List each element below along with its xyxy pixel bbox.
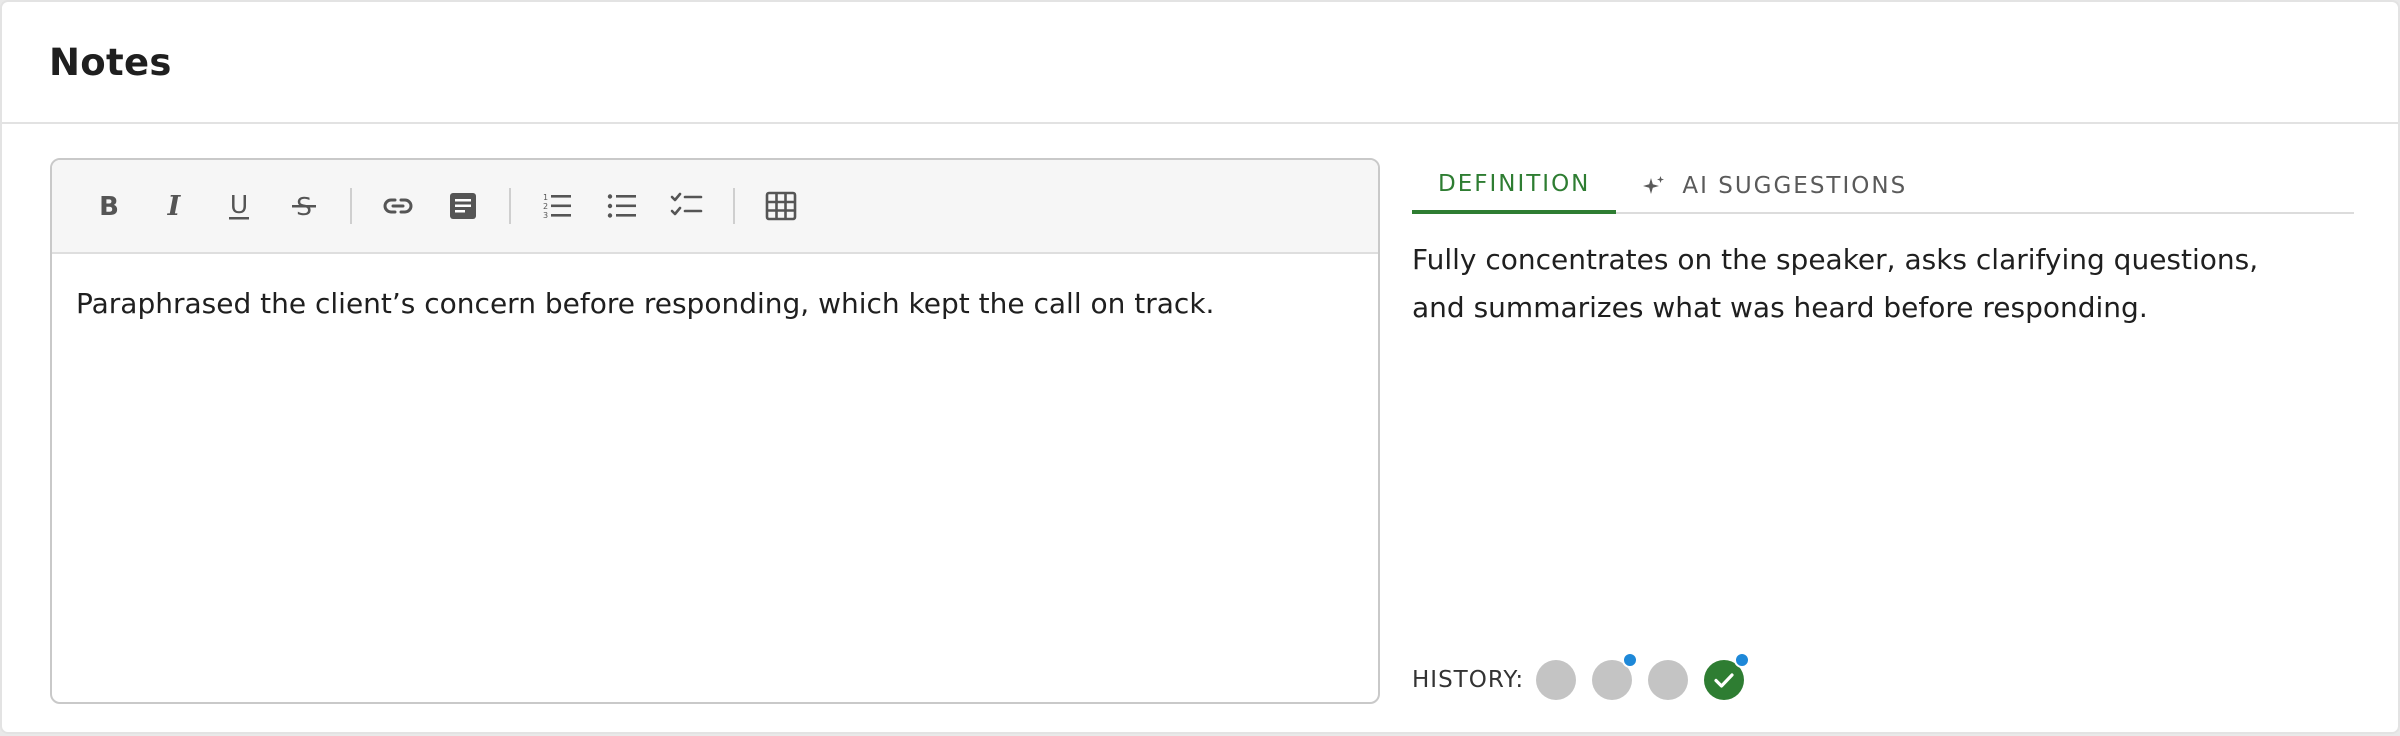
history-entry-1[interactable] bbox=[1536, 660, 1577, 700]
ordered-list-icon: 1 2 3 bbox=[543, 193, 571, 220]
history-entry-4[interactable] bbox=[1704, 652, 1751, 700]
notes-card: Notes B I U S 1 2 3 Paraphrased the clie… bbox=[0, 0, 2400, 734]
definition-text: Fully concentrates on the speaker, asks … bbox=[1412, 243, 2259, 324]
checkmark-icon bbox=[1714, 673, 1734, 688]
toolbar-separator bbox=[733, 188, 735, 224]
underline-icon: U bbox=[229, 190, 249, 220]
bold-button[interactable]: B bbox=[88, 185, 130, 227]
toolbar-separator bbox=[509, 188, 511, 224]
italic-button[interactable]: I bbox=[153, 185, 195, 227]
link-button[interactable] bbox=[377, 185, 419, 227]
notification-dot bbox=[1734, 652, 1751, 668]
editor-paragraph: Paraphrased the client’s concern before … bbox=[76, 287, 1215, 320]
toolbar-separator bbox=[350, 188, 352, 224]
side-panel: DEFINITION AI SUGGESTIONS Fully concentr… bbox=[1412, 158, 2354, 704]
tab-label: AI SUGGESTIONS bbox=[1682, 173, 1908, 199]
underline-button[interactable]: U bbox=[218, 185, 260, 227]
svg-text:2: 2 bbox=[543, 202, 548, 211]
svg-text:I: I bbox=[167, 191, 182, 222]
editor-content[interactable]: Paraphrased the client’s concern before … bbox=[52, 254, 1378, 354]
editor-toolbar: B I U S 1 2 3 bbox=[52, 160, 1378, 254]
card-title: Notes bbox=[49, 40, 172, 84]
bold-icon: B bbox=[99, 192, 119, 222]
card-header: Notes bbox=[2, 2, 2398, 124]
italic-icon: I bbox=[167, 191, 182, 222]
sparkle-icon bbox=[1643, 176, 1665, 194]
strikethrough-icon: S bbox=[292, 192, 316, 221]
bullet-list-icon bbox=[607, 194, 636, 218]
strikethrough-button[interactable]: S bbox=[283, 185, 325, 227]
link-icon bbox=[383, 198, 413, 214]
tab-label: DEFINITION bbox=[1438, 171, 1591, 197]
history-label: HISTORY: bbox=[1412, 667, 1525, 693]
svg-text:1: 1 bbox=[543, 193, 548, 202]
bullet-list-button[interactable] bbox=[601, 185, 643, 227]
blockquote-button[interactable] bbox=[442, 185, 484, 227]
tab-definition[interactable]: DEFINITION bbox=[1412, 158, 1617, 214]
panel-tabs: DEFINITION AI SUGGESTIONS bbox=[1412, 158, 2354, 214]
history-bar: HISTORY: bbox=[1412, 652, 1760, 702]
rich-text-editor: B I U S 1 2 3 Paraphrased the client’s c… bbox=[50, 158, 1380, 704]
notification-dot bbox=[1622, 652, 1639, 668]
table-button[interactable] bbox=[760, 185, 802, 227]
history-entry-3[interactable] bbox=[1648, 660, 1689, 700]
checklist-icon bbox=[670, 192, 703, 216]
history-entry-2[interactable] bbox=[1592, 652, 1639, 700]
svg-text:3: 3 bbox=[543, 211, 548, 220]
svg-text:B: B bbox=[99, 192, 119, 222]
ordered-list-button[interactable]: 1 2 3 bbox=[536, 185, 578, 227]
tab-ai-suggestions[interactable]: AI SUGGESTIONS bbox=[1616, 158, 1933, 214]
table-icon bbox=[765, 191, 797, 221]
svg-text:U: U bbox=[230, 190, 248, 219]
checklist-button[interactable] bbox=[666, 185, 708, 227]
text-block-icon bbox=[450, 193, 476, 219]
